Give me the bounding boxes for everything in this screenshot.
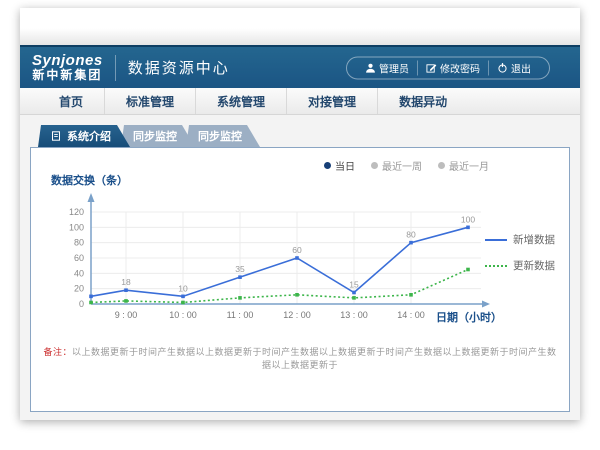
nav-item-system-mgmt[interactable]: 系统管理 xyxy=(195,88,286,114)
line-chart: 0 20 40 60 80 100 120 9 : 00 10 : 00 11 : 00 12 : … xyxy=(46,192,516,326)
power-icon xyxy=(497,62,508,73)
logo-text-en: Synjones xyxy=(32,53,103,69)
nav-item-standard-mgmt[interactable]: 标准管理 xyxy=(104,88,195,114)
radio-dot-icon xyxy=(371,162,378,169)
radio-last-month[interactable]: 最近一月 xyxy=(438,158,489,173)
svg-text:40: 40 xyxy=(74,268,84,278)
svg-text:0: 0 xyxy=(79,299,84,309)
company-logo[interactable]: Synjones 新中新集团 xyxy=(32,53,103,81)
svg-text:35: 35 xyxy=(235,264,245,274)
logo-text-cn: 新中新集团 xyxy=(32,69,103,82)
legend-item-updated-data[interactable]: 更新数据 xyxy=(485,258,555,273)
current-user-button[interactable]: 管理员 xyxy=(357,60,417,75)
svg-text:80: 80 xyxy=(406,230,416,240)
radio-label: 最近一周 xyxy=(382,158,422,173)
footnote: 备注：以上数据更新于时间产生数据以上数据更新于时间产生数据以上数据更新于时间产生… xyxy=(43,345,557,371)
legend-label: 新增数据 xyxy=(513,232,555,247)
chart-panel: 当日 最近一周 最近一月 数据交换（条） 0 20 40 60 80 100 120 9 : … xyxy=(30,147,570,412)
svg-text:11 : 00: 11 : 00 xyxy=(227,310,254,320)
nav-item-connection-mgmt[interactable]: 对接管理 xyxy=(286,88,377,114)
tab-label: 同步监控 xyxy=(198,128,242,144)
svg-text:120: 120 xyxy=(69,207,84,217)
svg-text:14 : 00: 14 : 00 xyxy=(397,310,425,320)
svg-text:12 : 00: 12 : 00 xyxy=(283,310,311,320)
tab-bar: 系统介绍 同步监控 同步监控 xyxy=(30,125,570,147)
radio-label: 最近一月 xyxy=(449,158,489,173)
legend-label: 更新数据 xyxy=(513,258,555,273)
tab-system-intro[interactable]: 系统介绍 xyxy=(38,125,130,147)
page-title: 数据资源中心 xyxy=(128,57,230,78)
time-range-filter: 当日 最近一周 最近一月 xyxy=(324,158,489,173)
change-password-button[interactable]: 修改密码 xyxy=(417,60,488,75)
main-nav: 首页 标准管理 系统管理 对接管理 数据异动 xyxy=(20,88,580,115)
radio-today[interactable]: 当日 xyxy=(324,158,355,173)
footnote-prefix: 备注： xyxy=(43,347,72,357)
current-user-label: 管理员 xyxy=(379,60,409,75)
svg-text:9 : 00: 9 : 00 xyxy=(115,310,138,320)
logout-button[interactable]: 退出 xyxy=(488,60,539,75)
footnote-text: 以上数据更新于时间产生数据以上数据更新于时间产生数据以上数据更新于时间产生数据以… xyxy=(72,347,557,370)
change-password-label: 修改密码 xyxy=(440,60,480,75)
radio-dot-icon xyxy=(324,162,331,169)
tab-label: 同步监控 xyxy=(133,128,177,144)
chart-legend: 新增数据 更新数据 xyxy=(485,232,555,273)
page-top-strip xyxy=(20,8,580,45)
app-window: Synjones 新中新集团 数据资源中心 管理员 修改密码 xyxy=(20,8,580,420)
svg-text:20: 20 xyxy=(74,284,84,294)
svg-text:13 : 00: 13 : 00 xyxy=(340,310,368,320)
header-bar: Synjones 新中新集团 数据资源中心 管理员 修改密码 xyxy=(20,45,580,88)
x-axis-title: 日期（小时） xyxy=(436,309,502,325)
svg-text:15: 15 xyxy=(349,280,359,290)
nav-item-data-change[interactable]: 数据异动 xyxy=(377,88,468,114)
header-divider xyxy=(115,55,116,81)
tab-sync-monitor-2[interactable]: 同步监控 xyxy=(186,125,260,147)
user-icon xyxy=(365,62,376,73)
svg-text:100: 100 xyxy=(69,222,84,232)
svg-text:80: 80 xyxy=(74,238,84,248)
user-toolbar: 管理员 修改密码 退出 xyxy=(346,56,550,79)
y-axis-title: 数据交换（条） xyxy=(51,172,128,188)
svg-text:10 : 00: 10 : 00 xyxy=(169,310,197,320)
svg-text:60: 60 xyxy=(74,253,84,263)
dotted-line-icon xyxy=(485,265,507,267)
tab-label: 系统介绍 xyxy=(67,128,111,144)
content-area: 系统介绍 同步监控 同步监控 当日 最近一周 xyxy=(20,115,580,420)
edit-icon xyxy=(426,62,437,73)
solid-line-icon xyxy=(485,239,507,241)
tab-sync-monitor-1[interactable]: 同步监控 xyxy=(121,125,195,147)
svg-text:100: 100 xyxy=(461,214,475,224)
logout-label: 退出 xyxy=(511,60,531,75)
svg-text:60: 60 xyxy=(292,245,302,255)
nav-item-home[interactable]: 首页 xyxy=(38,88,104,114)
svg-text:18: 18 xyxy=(121,277,131,287)
radio-last-week[interactable]: 最近一周 xyxy=(371,158,422,173)
radio-dot-icon xyxy=(438,162,445,169)
legend-item-new-data[interactable]: 新增数据 xyxy=(485,232,555,247)
radio-label: 当日 xyxy=(335,158,355,173)
svg-text:10: 10 xyxy=(178,283,188,293)
document-icon xyxy=(51,131,62,142)
